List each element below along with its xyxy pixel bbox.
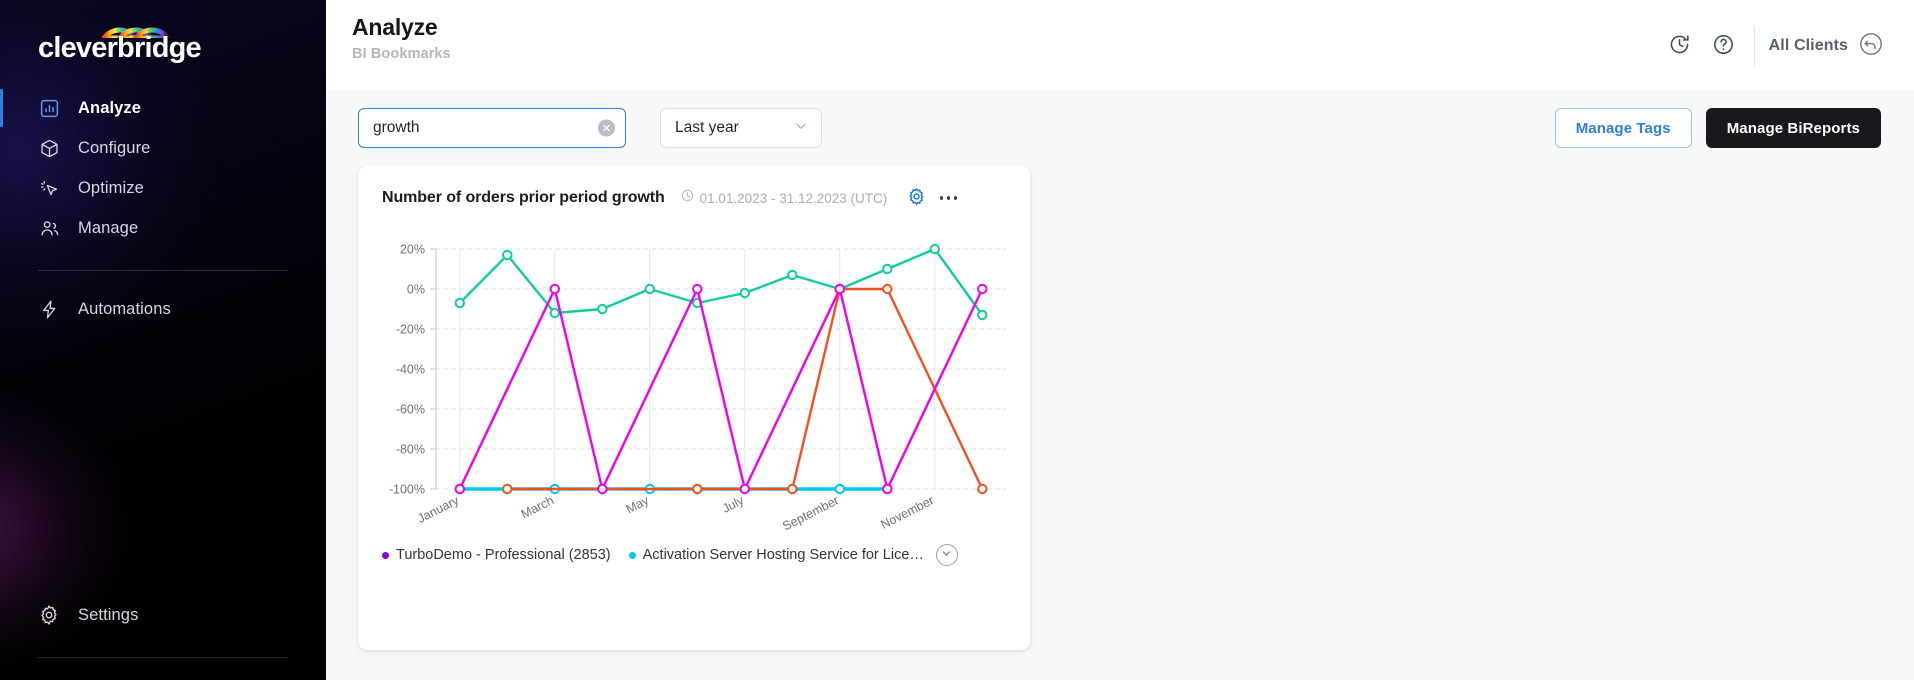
legend-item-label: TurboDemo - Professional (2853) — [396, 547, 611, 563]
chart-legend: TurboDemo - Professional (2853) Activati… — [358, 531, 1030, 573]
chart-plot-area: 20% 0% -20% -40% -60% -80% -100% January March Ma… — [358, 211, 1030, 531]
page-subtitle: BI Bookmarks — [352, 46, 451, 62]
page-title: Analyze — [352, 14, 438, 40]
svg-text:-80%: -80% — [396, 443, 425, 457]
card-date-range: 01.01.2023 - 31.12.2023 (UTC) — [681, 189, 888, 207]
line-chart: 20% 0% -20% -40% -60% -80% -100%January March Ma… — [389, 243, 1006, 531]
sidebar-item-label: Optimize — [78, 178, 144, 197]
lightning-icon — [38, 298, 60, 320]
legend-item[interactable]: Activation Server Hosting Service for Li… — [628, 547, 924, 563]
sidebar-item-settings[interactable]: Settings — [0, 595, 326, 635]
client-label: All Clients — [1768, 37, 1848, 54]
legend-expand-button[interactable] — [935, 544, 958, 566]
card-more-button[interactable] — [935, 185, 961, 211]
sidebar-item-label: Settings — [78, 605, 139, 624]
period-select[interactable]: Last year — [660, 108, 822, 148]
brand-logo[interactable]: cleverbridge — [0, 0, 326, 78]
svg-text:November: November — [878, 493, 936, 531]
card-actions — [903, 185, 961, 211]
bookmark-card[interactable]: Number of orders prior period growth 01.… — [358, 166, 1030, 650]
toolbar-left-group: Last year — [358, 108, 822, 148]
header-actions: All Clients — [1658, 0, 1886, 66]
sidebar-item-manage[interactable]: Manage — [0, 208, 326, 248]
client-selector[interactable]: All Clients — [1769, 31, 1886, 62]
card-title: Number of orders prior period growth — [382, 189, 665, 206]
question-circle-icon — [1712, 33, 1735, 59]
cube-icon — [38, 137, 60, 159]
chevron-down-icon — [794, 119, 808, 138]
card-settings-button[interactable] — [903, 185, 929, 211]
sidebar: cleverbridge Analyze Configure Optimize … — [0, 0, 326, 680]
sidebar-divider-bottom — [38, 657, 288, 658]
sidebar-item-optimize[interactable]: Optimize — [0, 168, 326, 208]
bookmark-grid: Number of orders prior period growth 01.… — [326, 166, 1914, 680]
svg-text:-60%: -60% — [396, 403, 425, 417]
svg-text:March: March — [519, 493, 556, 521]
page-title-block: Analyze BI Bookmarks — [352, 0, 451, 62]
legend-item-label: Activation Server Hosting Service for Li… — [642, 547, 924, 563]
legend-color-dot — [628, 551, 636, 559]
svg-text:-100%: -100% — [389, 483, 425, 497]
svg-text:September: September — [780, 493, 841, 531]
svg-text:-40%: -40% — [396, 363, 425, 377]
gear-icon — [38, 604, 60, 626]
search-input[interactable] — [359, 119, 625, 137]
svg-text:-20%: -20% — [396, 323, 425, 337]
app-root: cleverbridge Analyze Configure Optimize … — [0, 0, 1914, 680]
manage-bireports-button[interactable]: Manage BiReports — [1705, 108, 1881, 148]
history-button[interactable] — [1658, 29, 1702, 63]
period-select-value: Last year — [675, 119, 739, 136]
card-header: Number of orders prior period growth 01.… — [358, 166, 1030, 211]
svg-text:20%: 20% — [400, 243, 425, 257]
search-field-wrapper[interactable] — [358, 108, 626, 148]
cursor-sparkle-icon — [38, 177, 60, 199]
card-date-range-text: 01.01.2023 - 31.12.2023 (UTC) — [699, 190, 888, 206]
main-content: Analyze BI Bookmarks All Clients growth … — [326, 0, 1914, 680]
clock-refresh-icon — [1668, 33, 1691, 59]
help-button[interactable] — [1702, 29, 1746, 63]
bar-chart-icon — [38, 97, 60, 119]
svg-text:0%: 0% — [407, 283, 425, 297]
toolbar-right-group: Manage Tags Manage BiReports — [1554, 108, 1881, 148]
ellipsis-icon — [939, 196, 958, 200]
header-divider — [1753, 26, 1755, 66]
svg-text:January: January — [415, 493, 462, 526]
brand-name: cleverbridge — [38, 32, 202, 64]
gear-icon — [907, 187, 926, 209]
chevron-down-circle-icon — [941, 546, 952, 564]
sidebar-item-label: Configure — [78, 138, 151, 157]
sidebar-item-automations[interactable]: Automations — [0, 289, 326, 329]
sidebar-item-label: Manage — [78, 218, 139, 237]
legend-color-dot — [382, 551, 389, 559]
sidebar-nav: Analyze Configure Optimize Manage Automa… — [0, 88, 326, 329]
sidebar-item-analyze[interactable]: Analyze — [0, 88, 326, 128]
svg-text:May: May — [624, 493, 652, 517]
filter-toolbar: Last year Manage Tags Manage BiReports — [326, 90, 1914, 166]
sidebar-item-label: Automations — [78, 299, 171, 318]
clock-icon — [681, 189, 694, 207]
clear-circle-icon — [602, 124, 611, 133]
clear-search-button[interactable] — [598, 119, 615, 137]
page-header: Analyze BI Bookmarks All Clients — [326, 0, 1914, 90]
users-icon — [38, 217, 60, 239]
manage-tags-button[interactable]: Manage Tags — [1554, 108, 1692, 148]
sidebar-item-configure[interactable]: Configure — [0, 128, 326, 168]
svg-text:July: July — [720, 493, 747, 516]
undo-circle-icon — [1858, 31, 1884, 62]
legend-item[interactable]: TurboDemo - Professional (2853) — [382, 547, 611, 563]
sidebar-item-label: Analyze — [78, 98, 142, 117]
